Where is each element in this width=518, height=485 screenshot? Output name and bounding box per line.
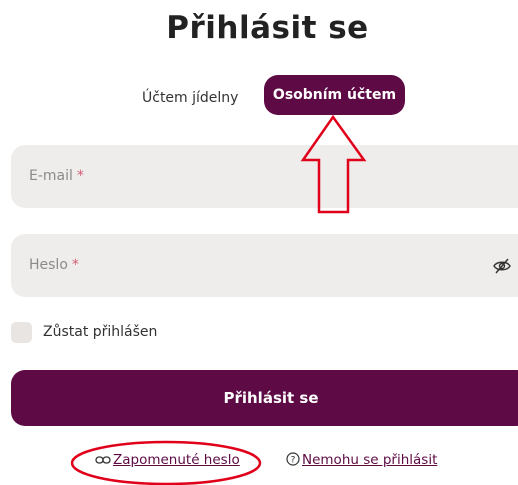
help-circle-icon: ? — [286, 452, 300, 466]
page-title: Přihlásit se — [166, 10, 369, 46]
required-marker: * — [76, 168, 84, 184]
required-marker: * — [71, 257, 79, 273]
email-field[interactable]: E-mail * — [11, 145, 518, 208]
cannot-login-label: Nemohu se přihlásit — [302, 452, 438, 468]
password-placeholder: Heslo * — [29, 257, 79, 273]
svg-text:?: ? — [291, 456, 296, 466]
password-field[interactable]: Heslo * — [11, 234, 518, 297]
cannot-login-link[interactable]: ? Nemohu se přihlásit — [286, 452, 437, 468]
link-icon — [95, 456, 111, 464]
login-button[interactable]: Přihlásit se — [11, 370, 518, 426]
eye-off-icon[interactable] — [493, 258, 511, 274]
remember-label[interactable]: Zůstat přihlášen — [43, 322, 157, 343]
forgot-password-label: Zapomenuté heslo — [113, 452, 240, 468]
tab-personal-account[interactable]: Osobním účtem — [264, 75, 405, 115]
email-placeholder: E-mail * — [29, 168, 84, 184]
forgot-password-link[interactable]: Zapomenuté heslo — [95, 452, 240, 468]
tab-canteen-account[interactable]: Účtem jídelny — [142, 82, 238, 114]
remember-checkbox[interactable] — [11, 322, 32, 343]
